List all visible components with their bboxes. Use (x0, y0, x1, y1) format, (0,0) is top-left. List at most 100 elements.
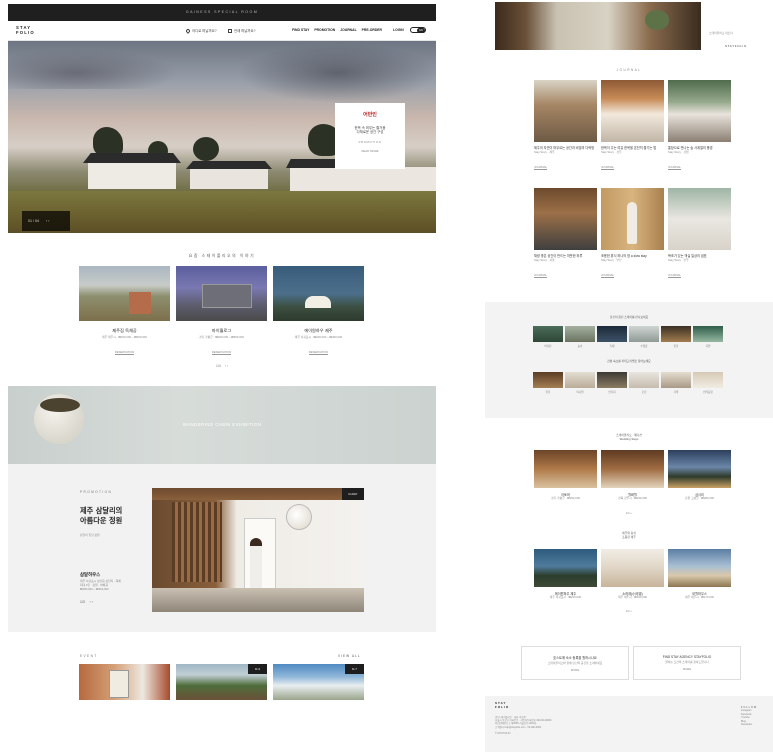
recommend-item-1[interactable]: 제주집 독채공 제주 제주시 · ₩150,000 ~ ₩300,000 RES… (79, 328, 170, 358)
footer-logo[interactable]: STAY FOLIO (495, 701, 509, 709)
top-banner: GAINESS SPECIAL ROOM (8, 4, 436, 21)
category-label: 반려동물 (703, 391, 713, 394)
picks-item-2[interactable]: 월화월 경북 경주시 · ₩230,000 (601, 492, 664, 501)
journal-tag[interactable]: JOURNAL (534, 165, 548, 171)
promo-line-2: 다채로운 공간 구성 (356, 130, 384, 135)
promotion-ceiling (152, 488, 364, 500)
picks-item-4[interactable]: 에이원하우 제주 제주 서귀포시 · ₩210,000 (534, 591, 597, 600)
journal-tag[interactable]: JOURNAL (601, 165, 615, 171)
journal-card-3[interactable]: 통창으로 만나는 숲 사계절의 풍경 Stay Story · 강원 JOURN… (668, 146, 731, 173)
hero-field (8, 191, 436, 233)
category-tile[interactable] (533, 326, 563, 342)
picks-item-5[interactable]: 소하재(小河齋) 제주 제주시 · ₩190,000 (601, 591, 664, 600)
journal-tag[interactable]: JOURNAL (601, 273, 615, 279)
category-tile[interactable] (597, 326, 627, 342)
cta-agency[interactable]: FIND STAY AGENCY STAYFOLIO 원하는 조건의 스테이를 … (633, 646, 741, 680)
category-tile[interactable] (693, 372, 723, 388)
login-link[interactable]: LOGIN (393, 28, 404, 32)
cta-link[interactable]: MORE (634, 667, 740, 672)
next-arrow-icon[interactable]: › (631, 511, 632, 515)
journal-card-1[interactable]: 제주의 자연이 머무르는 공간과 비밀의 다락방 Stay Story · 제주… (534, 146, 597, 173)
category-tile[interactable] (629, 372, 659, 388)
journal-sub: Stay Story · 서울 (534, 258, 555, 262)
next-arrow-icon[interactable]: › (227, 364, 228, 368)
recommend-link[interactable]: RESERVATION (211, 350, 232, 356)
category-tile[interactable] (629, 326, 659, 342)
recommend-image-3[interactable] (273, 266, 364, 321)
picks-image-2[interactable] (601, 450, 664, 488)
journal-image-5[interactable] (601, 188, 664, 250)
partner-logo-2: STAYFOLIO (725, 44, 747, 48)
language-toggle-label: EN (417, 28, 425, 33)
exhibition-banner[interactable]: WANDERING CABIN EXHIBITION (8, 386, 436, 464)
category-tile[interactable] (565, 326, 595, 342)
cta-link[interactable]: MORE (522, 668, 628, 673)
picks-image-3[interactable] (668, 450, 731, 488)
picks-image-6[interactable] (668, 549, 731, 587)
category-tile[interactable] (565, 372, 595, 388)
journal-card-5[interactable]: 조용한 휴식 하나의 방 a slow stay Stay Story · 부산… (601, 254, 664, 281)
hero-arrows[interactable]: ‹ › (46, 219, 49, 223)
date-search-button[interactable]: 언제 떠날까요? (228, 28, 256, 34)
journal-image-4[interactable] (534, 188, 597, 250)
recommend-item-3[interactable]: 에이원하우 제주 제주 서귀포시 · ₩200,000 ~ ₩400,000 R… (273, 328, 364, 358)
next-arrow-icon[interactable]: › (631, 609, 632, 613)
nav-promotion[interactable]: PROMOTION (314, 28, 335, 32)
journal-card-4[interactable]: 채광 좋은 공간이 만드는 따뜻한 하루 Stay Story · 서울 JOU… (534, 254, 597, 281)
hero-promo-card[interactable]: 어반인 한옥 속 머무는 즐거움 다채로운 공간 구성 PROMOTION RE… (335, 103, 405, 169)
site-logo[interactable]: STAY FOLIO (16, 25, 35, 36)
location-pin-icon (185, 28, 191, 34)
picks-pager-2[interactable]: 1/3 ‹› (485, 609, 773, 614)
nav-journal[interactable]: JOURNAL (340, 28, 356, 32)
event-view-all[interactable]: VIEW ALL (338, 654, 361, 658)
journal-image-6[interactable] (668, 188, 731, 250)
promotion-image[interactable]: D-DAY (152, 488, 364, 612)
category-tile[interactable] (693, 326, 723, 342)
journal-sub: Stay Story · 제주 (534, 150, 555, 154)
picks-image-4[interactable] (534, 549, 597, 587)
category-tile[interactable] (661, 372, 691, 388)
footer-link-newsletter[interactable]: Newsletter (741, 723, 757, 726)
recommend-link[interactable]: RESERVATION (114, 350, 135, 356)
nav-find-stay[interactable]: FIND STAY (292, 28, 309, 32)
picks-image-1[interactable] (534, 450, 597, 488)
journal-tag[interactable]: JOURNAL (668, 165, 682, 171)
hero-cloud (8, 49, 178, 89)
journal-tag[interactable]: JOURNAL (534, 273, 548, 279)
picks-meta: 경기 가평군 · ₩250,000 (551, 496, 580, 500)
category-tile[interactable] (533, 372, 563, 388)
prev-arrow-icon[interactable]: ‹ (90, 600, 91, 604)
category-label: 모던 (641, 391, 647, 394)
journal-card-2[interactable]: 한옥이 주는 여유 한옥을 온전히 즐기는 법 Stay Story · 경주 … (601, 146, 664, 173)
language-toggle[interactable]: EN (410, 27, 426, 33)
category-tile[interactable] (597, 372, 627, 388)
location-search-button[interactable]: 어디로 떠날까요? (185, 28, 217, 34)
picks-item-1[interactable]: 이토하 경기 가평군 · ₩250,000 (534, 492, 597, 501)
promo-more[interactable]: READ MORE (335, 150, 405, 154)
recommend-item-2[interactable]: 마이월로그 경기 가평군 · ₩180,000 ~ ₩350,000 RESER… (176, 328, 267, 358)
journal-card-6[interactable]: 욕조가 있는 객실 일상의 쉼표 Stay Story · 전주 JOURNAL (668, 254, 731, 281)
promotion-pager[interactable]: 1/3 ‹ › (80, 600, 93, 604)
cta-host[interactable]: 호스트에 숙소 등록을 원하시나요 스테이폴리오와 함께 당신의 공간을 소개하… (521, 646, 629, 680)
next-arrow-icon[interactable]: › (92, 600, 93, 604)
journal-image-1[interactable] (534, 80, 597, 142)
journal-image-3[interactable] (668, 80, 731, 142)
event-image-2[interactable]: D-3 (176, 664, 267, 700)
picks-pager-1[interactable]: 1/3 ‹› (485, 511, 773, 516)
picks-item-6[interactable]: 모월하우스 제주 제주시 · ₩170,000 (668, 591, 731, 600)
recommend-pager[interactable]: 1/4 ‹ › (8, 364, 436, 368)
picks-image-5[interactable] (601, 549, 664, 587)
nav-pre-order[interactable]: PRE-ORDER (362, 28, 382, 32)
hero-house-roof (186, 161, 272, 169)
event-image-3[interactable]: D-7 (273, 664, 364, 700)
recommend-link[interactable]: RESERVATION (308, 350, 329, 356)
category-tile[interactable] (661, 326, 691, 342)
recommend-image-1[interactable] (79, 266, 170, 321)
promo-link[interactable]: PROMOTION (335, 140, 405, 145)
picks-item-3[interactable]: 상사리 강원 고성군 · ₩280,000 (668, 492, 731, 501)
recommend-image-2[interactable] (176, 266, 267, 321)
journal-image-2[interactable] (601, 80, 664, 142)
prev-arrow-icon[interactable]: ‹ (225, 364, 226, 368)
journal-tag[interactable]: JOURNAL (668, 273, 682, 279)
event-image-1[interactable] (79, 664, 170, 700)
